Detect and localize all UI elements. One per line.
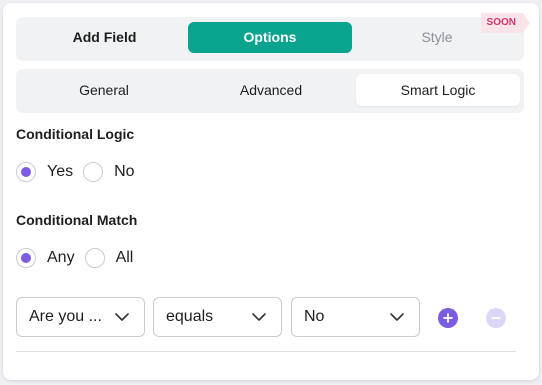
- tab-options[interactable]: Options: [188, 22, 352, 53]
- add-rule-button[interactable]: [438, 308, 458, 328]
- radio-all[interactable]: [84, 248, 105, 268]
- tab-add-field[interactable]: Add Field: [22, 22, 187, 53]
- remove-rule-button: [486, 308, 506, 328]
- rule-value-value: No: [304, 308, 325, 325]
- radio-any[interactable]: [16, 248, 36, 268]
- rule-field-value: Are you ...: [29, 308, 102, 325]
- rule-field-select[interactable]: Are you ...: [16, 297, 145, 337]
- radio-yes-label: Yes: [47, 163, 74, 180]
- conditional-logic-label: Conditional Logic: [16, 126, 135, 142]
- conditional-match-label: Conditional Match: [16, 212, 138, 228]
- radio-yes[interactable]: [16, 162, 36, 182]
- rule-operator-value: equals: [166, 308, 214, 325]
- plus-icon: [443, 313, 453, 323]
- divider: [16, 351, 516, 352]
- rule-value-select[interactable]: No: [291, 297, 420, 337]
- chevron-down-icon: [390, 313, 404, 321]
- tab-style-label: Style: [421, 29, 453, 45]
- radio-option-no[interactable]: No: [83, 162, 135, 182]
- subtab-general[interactable]: General: [21, 74, 187, 106]
- radio-option-all[interactable]: All: [84, 248, 134, 268]
- radio-option-any[interactable]: Any: [16, 248, 75, 268]
- conditional-logic-radio-group: Yes No: [16, 161, 145, 183]
- subtab-smart-logic[interactable]: Smart Logic: [356, 74, 520, 106]
- sub-tabbar: General Advanced Smart Logic: [16, 69, 524, 113]
- conditional-match-radio-group: Any All: [16, 247, 143, 269]
- soon-badge: SOON: [480, 13, 530, 33]
- field-settings-panel: Add Field Options Style SOON General Adv…: [3, 3, 539, 380]
- chevron-down-icon: [115, 313, 129, 321]
- radio-no[interactable]: [83, 162, 104, 182]
- radio-any-label: Any: [47, 249, 75, 266]
- radio-all-label: All: [115, 249, 134, 266]
- subtab-advanced[interactable]: Advanced: [188, 74, 354, 106]
- chevron-down-icon: [252, 313, 266, 321]
- rule-operator-select[interactable]: equals: [153, 297, 282, 337]
- minus-icon: [491, 317, 501, 319]
- radio-option-yes[interactable]: Yes: [16, 162, 73, 182]
- radio-no-label: No: [114, 163, 135, 180]
- main-tabbar: Add Field Options Style SOON: [16, 13, 530, 61]
